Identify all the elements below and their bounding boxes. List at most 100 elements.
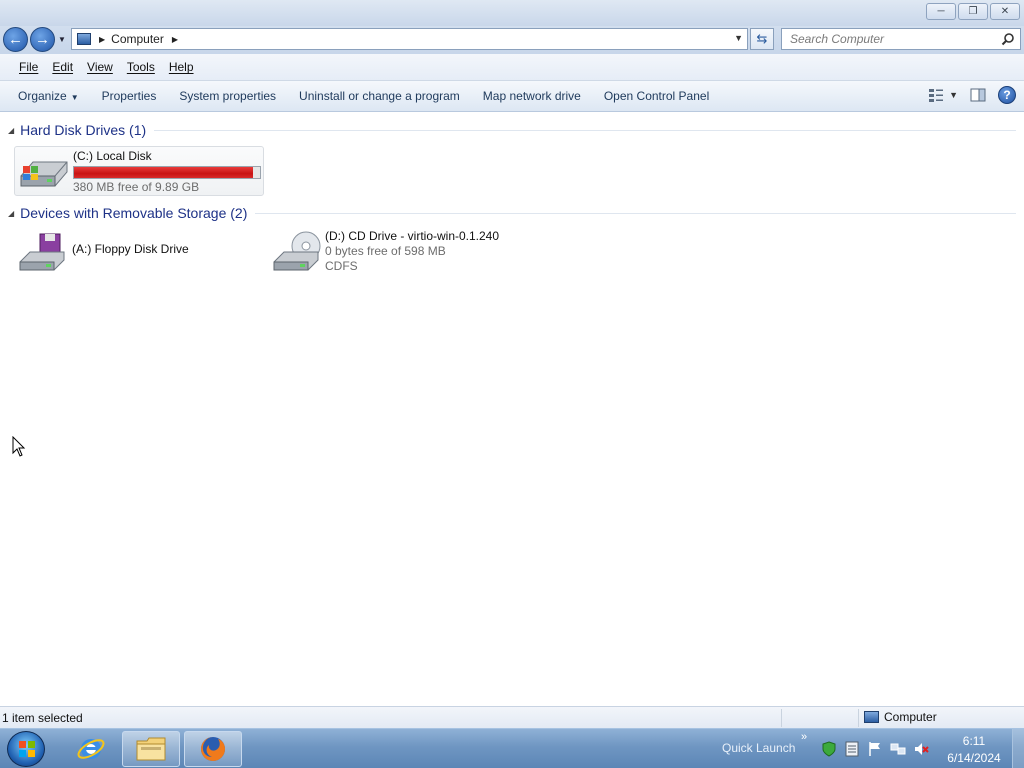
- drive-name: (D:) CD Drive - virtio-win-0.1.240: [325, 229, 500, 243]
- address-dropdown-icon[interactable]: ▼: [734, 33, 743, 43]
- status-bar: 1 item selected Computer: [0, 706, 1024, 728]
- breadcrumb-chevron-icon[interactable]: ▶: [172, 35, 178, 44]
- quick-launch-chevron-icon[interactable]: »: [801, 731, 807, 743]
- start-button[interactable]: [7, 731, 45, 767]
- group-title: Devices with Removable Storage (2): [20, 205, 248, 221]
- close-button[interactable]: ✕: [990, 3, 1020, 20]
- menu-file[interactable]: File: [12, 60, 45, 74]
- selection-status: 1 item selected: [2, 711, 83, 725]
- forward-button[interactable]: →: [30, 27, 55, 52]
- restore-icon: ❐: [968, 6, 978, 17]
- status-location-label: Computer: [884, 710, 937, 724]
- refresh-button[interactable]: ⇆: [750, 28, 774, 50]
- window-controls: ─ ❐ ✕: [926, 3, 1020, 20]
- menu-edit[interactable]: Edit: [45, 60, 80, 74]
- drive-info: (A:) Floppy Disk Drive: [72, 242, 189, 278]
- drive-a-floppy[interactable]: (A:) Floppy Disk Drive: [14, 230, 254, 278]
- collapse-triangle-icon[interactable]: ◢: [8, 209, 14, 218]
- clock-time: 6:11: [962, 734, 986, 748]
- organize-label: Organize: [18, 89, 67, 103]
- drive-file-system: CDFS: [325, 259, 358, 273]
- action-center-flag-icon[interactable]: [866, 740, 883, 757]
- quick-launch-label[interactable]: Quick Launch: [722, 741, 795, 755]
- taskbar-firefox[interactable]: [184, 731, 242, 767]
- menu-help[interactable]: Help: [162, 60, 201, 74]
- computer-icon: [864, 711, 879, 723]
- properties-button[interactable]: Properties: [94, 89, 165, 103]
- drive-d-cd[interactable]: (D:) CD Drive - virtio-win-0.1.240 0 byt…: [270, 229, 530, 280]
- forward-arrow-icon: →: [35, 31, 50, 48]
- internet-explorer-icon: [77, 739, 105, 759]
- cd-drive-icon: [273, 231, 321, 271]
- change-view-button[interactable]: ▼: [928, 88, 958, 102]
- document-icon[interactable]: [843, 740, 860, 757]
- system-tray: [820, 740, 929, 757]
- minimize-button[interactable]: ─: [926, 3, 956, 20]
- disk-usage-fill: [74, 167, 253, 178]
- taskbar-windows-explorer[interactable]: [122, 731, 180, 767]
- window-titlebar[interactable]: ─ ❐ ✕: [0, 0, 1024, 26]
- chevron-down-icon: ▼: [949, 90, 958, 100]
- address-bar[interactable]: ▶ Computer ▶ ▼: [71, 28, 748, 50]
- show-desktop-button[interactable]: [1012, 729, 1024, 768]
- help-icon[interactable]: ?: [998, 86, 1016, 104]
- disk-usage-bar: [73, 166, 261, 179]
- breadcrumb-chevron-icon[interactable]: ▶: [99, 35, 105, 44]
- hard-drive-icon: [20, 161, 68, 187]
- back-arrow-icon: ←: [8, 31, 23, 48]
- menu-bar: File Edit View Tools Help: [0, 54, 1024, 81]
- drive-name: (C:) Local Disk: [73, 149, 152, 163]
- command-bar: Organize ▼ Properties System properties U…: [0, 81, 1024, 112]
- organize-button[interactable]: Organize ▼: [10, 89, 87, 103]
- drive-free-space: 380 MB free of 9.89 GB: [73, 180, 200, 194]
- menu-tools[interactable]: Tools: [120, 60, 162, 74]
- chevron-down-icon: ▼: [70, 93, 79, 102]
- view-controls: ▼ ?: [928, 86, 1016, 104]
- menu-view[interactable]: View: [80, 60, 120, 74]
- mouse-cursor-icon: [12, 436, 26, 457]
- group-title: Hard Disk Drives (1): [20, 122, 147, 138]
- drive-info: (D:) CD Drive - virtio-win-0.1.240 0 byt…: [325, 229, 499, 280]
- breadcrumb-computer[interactable]: Computer: [111, 32, 164, 46]
- group-header-removable[interactable]: ◢ Devices with Removable Storage (2): [8, 205, 1016, 221]
- group-divider: [255, 212, 1016, 214]
- taskbar-clock[interactable]: 6:11 6/14/2024: [942, 733, 1006, 767]
- network-icon[interactable]: [889, 740, 906, 757]
- refresh-icon: ⇆: [756, 31, 768, 46]
- address-row: ← → ▼ ▶ Computer ▶ ▼ ⇆: [0, 26, 1024, 54]
- content-pane: ◢ Hard Disk Drives (1) (C:) Local Disk 3…: [0, 112, 1024, 706]
- group-header-hard-disk[interactable]: ◢ Hard Disk Drives (1): [8, 122, 1016, 138]
- drive-c-local-disk[interactable]: (C:) Local Disk 380 MB free of 9.89 GB: [14, 146, 264, 196]
- open-control-panel-button[interactable]: Open Control Panel: [596, 89, 717, 103]
- group-divider: [154, 129, 1016, 131]
- windows-logo-icon: [19, 741, 35, 757]
- windows-explorer-icon: [136, 737, 166, 761]
- computer-icon: [77, 33, 91, 45]
- drive-info: (C:) Local Disk 380 MB free of 9.89 GB: [73, 149, 261, 195]
- taskbar-internet-explorer[interactable]: [62, 731, 120, 767]
- search-icon[interactable]: [1001, 32, 1015, 46]
- clock-date: 6/14/2024: [947, 751, 1001, 765]
- restore-button[interactable]: ❐: [958, 3, 988, 20]
- preview-pane-icon[interactable]: [970, 88, 986, 102]
- drive-name: (A:) Floppy Disk Drive: [72, 242, 189, 256]
- collapse-triangle-icon[interactable]: ◢: [8, 126, 14, 135]
- view-options-icon: [929, 89, 944, 102]
- system-properties-button[interactable]: System properties: [171, 89, 284, 103]
- firefox-icon: [201, 737, 225, 761]
- close-icon: ✕: [1000, 6, 1010, 17]
- search-box[interactable]: [781, 28, 1021, 50]
- status-location: Computer: [864, 710, 937, 724]
- search-input[interactable]: [790, 32, 1000, 46]
- floppy-drive-icon: [19, 233, 65, 271]
- status-divider: [781, 709, 782, 727]
- minimize-icon: ─: [937, 6, 945, 17]
- security-shield-icon[interactable]: [820, 740, 837, 757]
- back-button[interactable]: ←: [3, 27, 28, 52]
- map-network-drive-button[interactable]: Map network drive: [475, 89, 589, 103]
- volume-muted-icon[interactable]: [912, 740, 929, 757]
- uninstall-program-button[interactable]: Uninstall or change a program: [291, 89, 468, 103]
- taskbar: Quick Launch » 6:11 6/14/2024: [0, 728, 1024, 768]
- status-divider: [858, 709, 859, 727]
- recent-pages-dropdown[interactable]: ▼: [58, 35, 66, 44]
